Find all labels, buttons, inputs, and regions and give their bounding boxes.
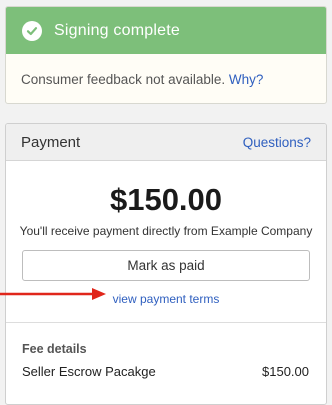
payment-title: Payment xyxy=(21,133,81,151)
fee-details-heading: Fee details xyxy=(22,342,87,356)
feedback-text: Consumer feedback not available. xyxy=(21,72,226,87)
payment-header: Payment Questions? xyxy=(6,124,326,161)
questions-link[interactable]: Questions? xyxy=(243,135,311,150)
signing-status-card: Signing complete Consumer feedback not a… xyxy=(5,6,327,104)
fee-row: Seller Escrow Pacakge $150.00 xyxy=(22,364,309,379)
view-payment-terms-link[interactable]: view payment terms xyxy=(113,292,220,306)
fee-item-name: Seller Escrow Pacakge xyxy=(22,364,156,379)
red-arrow-icon xyxy=(0,288,106,300)
why-link[interactable]: Why? xyxy=(229,72,264,87)
feedback-message: Consumer feedback not available. Why? xyxy=(6,54,326,87)
fee-item-amount: $150.00 xyxy=(262,364,309,379)
payment-card: Payment Questions? $150.00 You'll receiv… xyxy=(5,123,327,405)
payment-amount: $150.00 xyxy=(109,182,223,217)
check-circle-icon xyxy=(22,20,42,41)
payment-receive-text: You'll receive payment directly from Exa… xyxy=(19,224,313,238)
fee-divider xyxy=(6,322,326,323)
signing-status-title: Signing complete xyxy=(54,21,180,39)
mark-as-paid-button[interactable]: Mark as paid xyxy=(22,250,310,281)
signing-status-header: Signing complete xyxy=(6,7,326,54)
